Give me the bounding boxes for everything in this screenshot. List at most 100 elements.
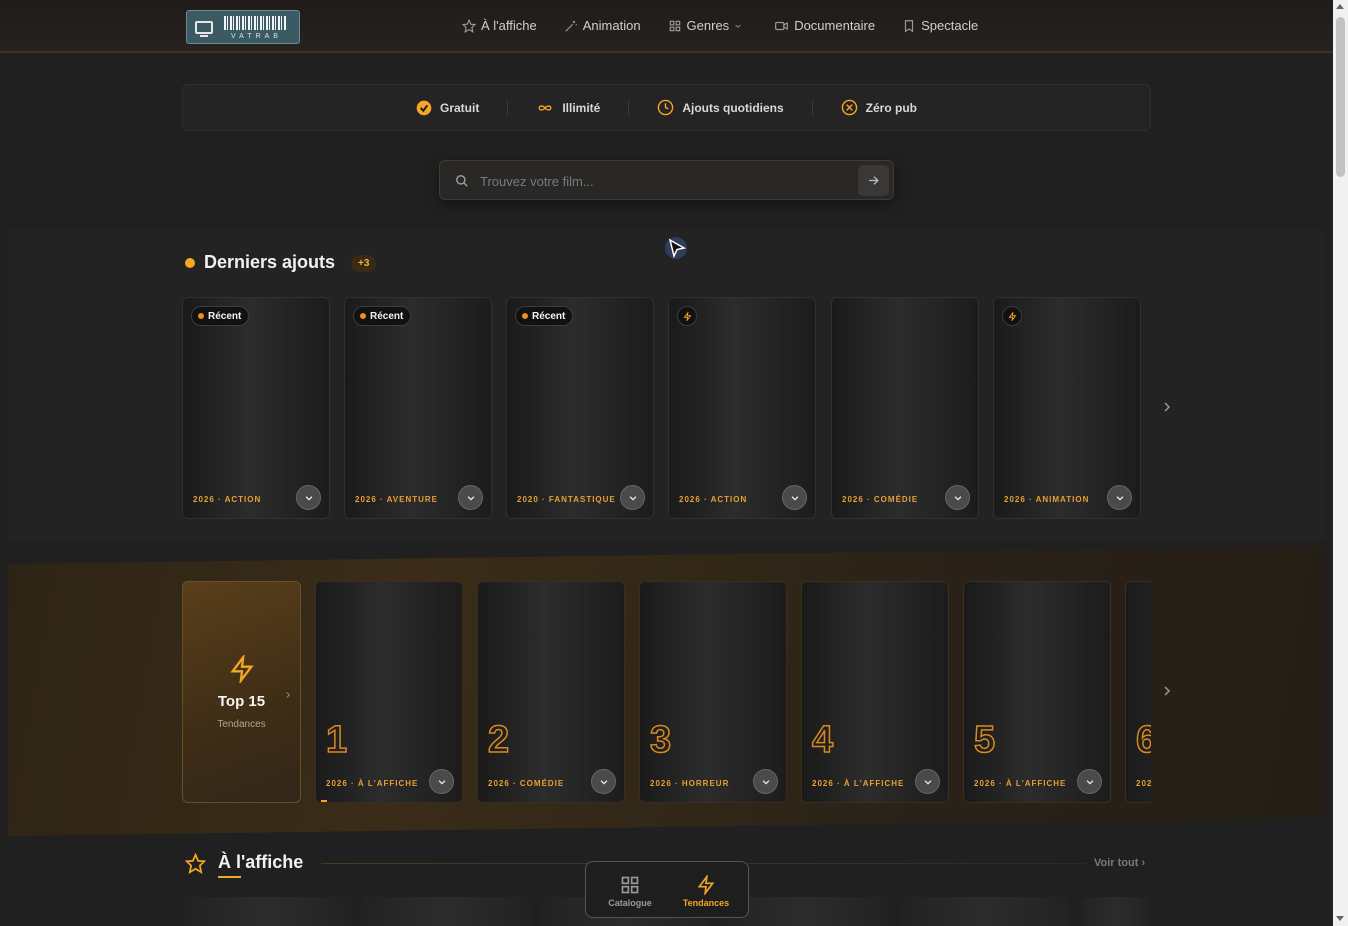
scroll-down-icon[interactable]: [1336, 916, 1344, 921]
scrollbar-thumb[interactable]: [1336, 17, 1345, 177]
movie-card[interactable]: [361, 897, 531, 926]
page: VATRAB À l'affiche Animation Genres Docu…: [0, 0, 1333, 926]
expand-button[interactable]: [915, 769, 940, 794]
search-icon: [456, 175, 468, 187]
card-meta: 2026 · COMÉDIE: [488, 779, 565, 788]
clock-icon: [658, 99, 674, 116]
search-submit-button[interactable]: [858, 165, 889, 196]
feature-ajouts: Ajouts quotidiens: [629, 99, 811, 116]
search-input[interactable]: [480, 170, 850, 192]
card-meta: 2026 · À L'AFFICHE: [974, 779, 1067, 788]
expand-button[interactable]: [458, 485, 483, 510]
lightning-badge: [677, 306, 697, 326]
bottom-dock: Catalogue Tendances: [585, 861, 749, 918]
expand-button[interactable]: [753, 769, 778, 794]
bookmark-icon: [905, 19, 914, 32]
no-ads-icon: [841, 99, 857, 116]
movie-card[interactable]: [1080, 897, 1151, 926]
rank-number: 4: [811, 718, 834, 762]
badge-label: Récent: [370, 310, 404, 322]
expand-button[interactable]: [429, 769, 454, 794]
magic-wand-icon: [565, 20, 577, 32]
progress-indicator: [321, 800, 327, 802]
nav-label: Documentaire: [794, 18, 876, 33]
movie-card[interactable]: Récent 2026 · AVENTURE: [344, 297, 492, 519]
trending-card[interactable]: 5 2026 · À L'AFFICHE: [963, 581, 1111, 803]
carousel-next-icon[interactable]: [1161, 401, 1173, 413]
top15-card[interactable]: Top 15 Tendances: [182, 581, 301, 803]
movie-card[interactable]: 2026 · ANIMATION: [993, 297, 1141, 519]
chevron-down-icon: [438, 779, 445, 785]
nav-item-genres[interactable]: Genres: [668, 18, 748, 33]
mouse-cursor-icon: [665, 237, 687, 259]
scroll-up-icon[interactable]: [1336, 4, 1344, 9]
chevron-down-icon: [1116, 495, 1123, 501]
feature-label: Gratuit: [439, 100, 480, 115]
carousel-next-icon[interactable]: [1161, 685, 1173, 697]
see-all-link[interactable]: Voir tout ›: [1094, 857, 1145, 869]
latest-count-badge: +3: [351, 255, 377, 272]
dock-tab-catalogue[interactable]: Catalogue: [592, 862, 668, 917]
expand-button[interactable]: [620, 485, 645, 510]
expand-button[interactable]: [782, 485, 807, 510]
recent-badge: Récent: [353, 306, 412, 326]
badge-dot: [522, 313, 528, 319]
nav-label: Genres: [686, 18, 730, 33]
lightning-icon: [683, 311, 691, 321]
card-meta: 2026 · À L'AFFICHE: [326, 779, 419, 788]
nav-item-animation[interactable]: Animation: [564, 18, 641, 33]
trending-card[interactable]: 6 202: [1125, 581, 1151, 803]
card-meta: 2026 · COMÉDIE: [842, 495, 919, 504]
expand-button[interactable]: [591, 769, 616, 794]
movie-card[interactable]: [182, 897, 352, 926]
chevron-down-icon: [924, 779, 931, 785]
chevron-down-icon: [305, 495, 312, 501]
movie-card[interactable]: Récent 2020 · FANTASTIQUE: [506, 297, 654, 519]
nav-item-spectacle[interactable]: Spectacle: [902, 18, 978, 33]
card-meta: 2026 · ACTION: [679, 495, 748, 504]
lightning-icon: [697, 875, 715, 895]
trending-card[interactable]: 1 2026 · À L'AFFICHE: [315, 581, 463, 803]
rank-number: 3: [649, 718, 672, 762]
trending-card[interactable]: 2 2026 · COMÉDIE: [477, 581, 625, 803]
chevron-down-icon: [735, 24, 741, 28]
card-meta: 202: [1136, 779, 1151, 788]
recent-badge: Récent: [515, 306, 574, 326]
card-meta: 2026 · ACTION: [193, 495, 262, 504]
rank-number: 5: [973, 718, 996, 762]
trending-card[interactable]: 3 2026 · HORREUR: [639, 581, 787, 803]
chevron-down-icon: [467, 495, 474, 501]
feature-label: Zéro pub: [865, 100, 917, 115]
main-nav: À l'affiche Animation Genres Documentair…: [462, 18, 1005, 33]
scrollbar[interactable]: [1333, 0, 1348, 926]
chevron-right-icon: [286, 691, 291, 699]
badge-dot: [198, 313, 204, 319]
top15-title: Top 15: [217, 693, 266, 710]
badge-label: Récent: [208, 310, 242, 322]
movie-card[interactable]: 2026 · COMÉDIE: [831, 297, 979, 519]
expand-button[interactable]: [945, 485, 970, 510]
movie-card[interactable]: [900, 897, 1070, 926]
trending-card-clip: 6 202: [1125, 581, 1151, 803]
movie-card[interactable]: 2026 · ACTION: [668, 297, 816, 519]
nav-item-documentaire[interactable]: Documentaire: [774, 18, 875, 33]
feature-bar: Gratuit Illimité Ajouts quotidiens Zéro …: [182, 84, 1151, 131]
top-navbar: VATRAB À l'affiche Animation Genres Docu…: [0, 0, 1333, 52]
nav-label: Animation: [582, 18, 641, 33]
expand-button[interactable]: [296, 485, 321, 510]
dock-tab-tendances[interactable]: Tendances: [668, 862, 744, 917]
card-meta: 2026 · AVENTURE: [355, 495, 439, 504]
dock-label: Catalogue: [608, 898, 652, 908]
logo[interactable]: VATRAB: [186, 10, 300, 44]
movie-card[interactable]: Récent 2026 · ACTION: [182, 297, 330, 519]
expand-button[interactable]: [1107, 485, 1132, 510]
top15-subtitle: Tendances: [217, 719, 266, 730]
nav-item-a-l-affiche[interactable]: À l'affiche: [462, 18, 537, 33]
title-underline: [218, 876, 241, 878]
trending-card[interactable]: 4 2026 · À L'AFFICHE: [801, 581, 949, 803]
nav-label: Spectacle: [921, 18, 979, 33]
expand-button[interactable]: [1077, 769, 1102, 794]
chevron-down-icon: [1086, 779, 1093, 785]
showing-title: À l'affiche: [218, 852, 304, 872]
rank-number: 1: [325, 718, 348, 762]
